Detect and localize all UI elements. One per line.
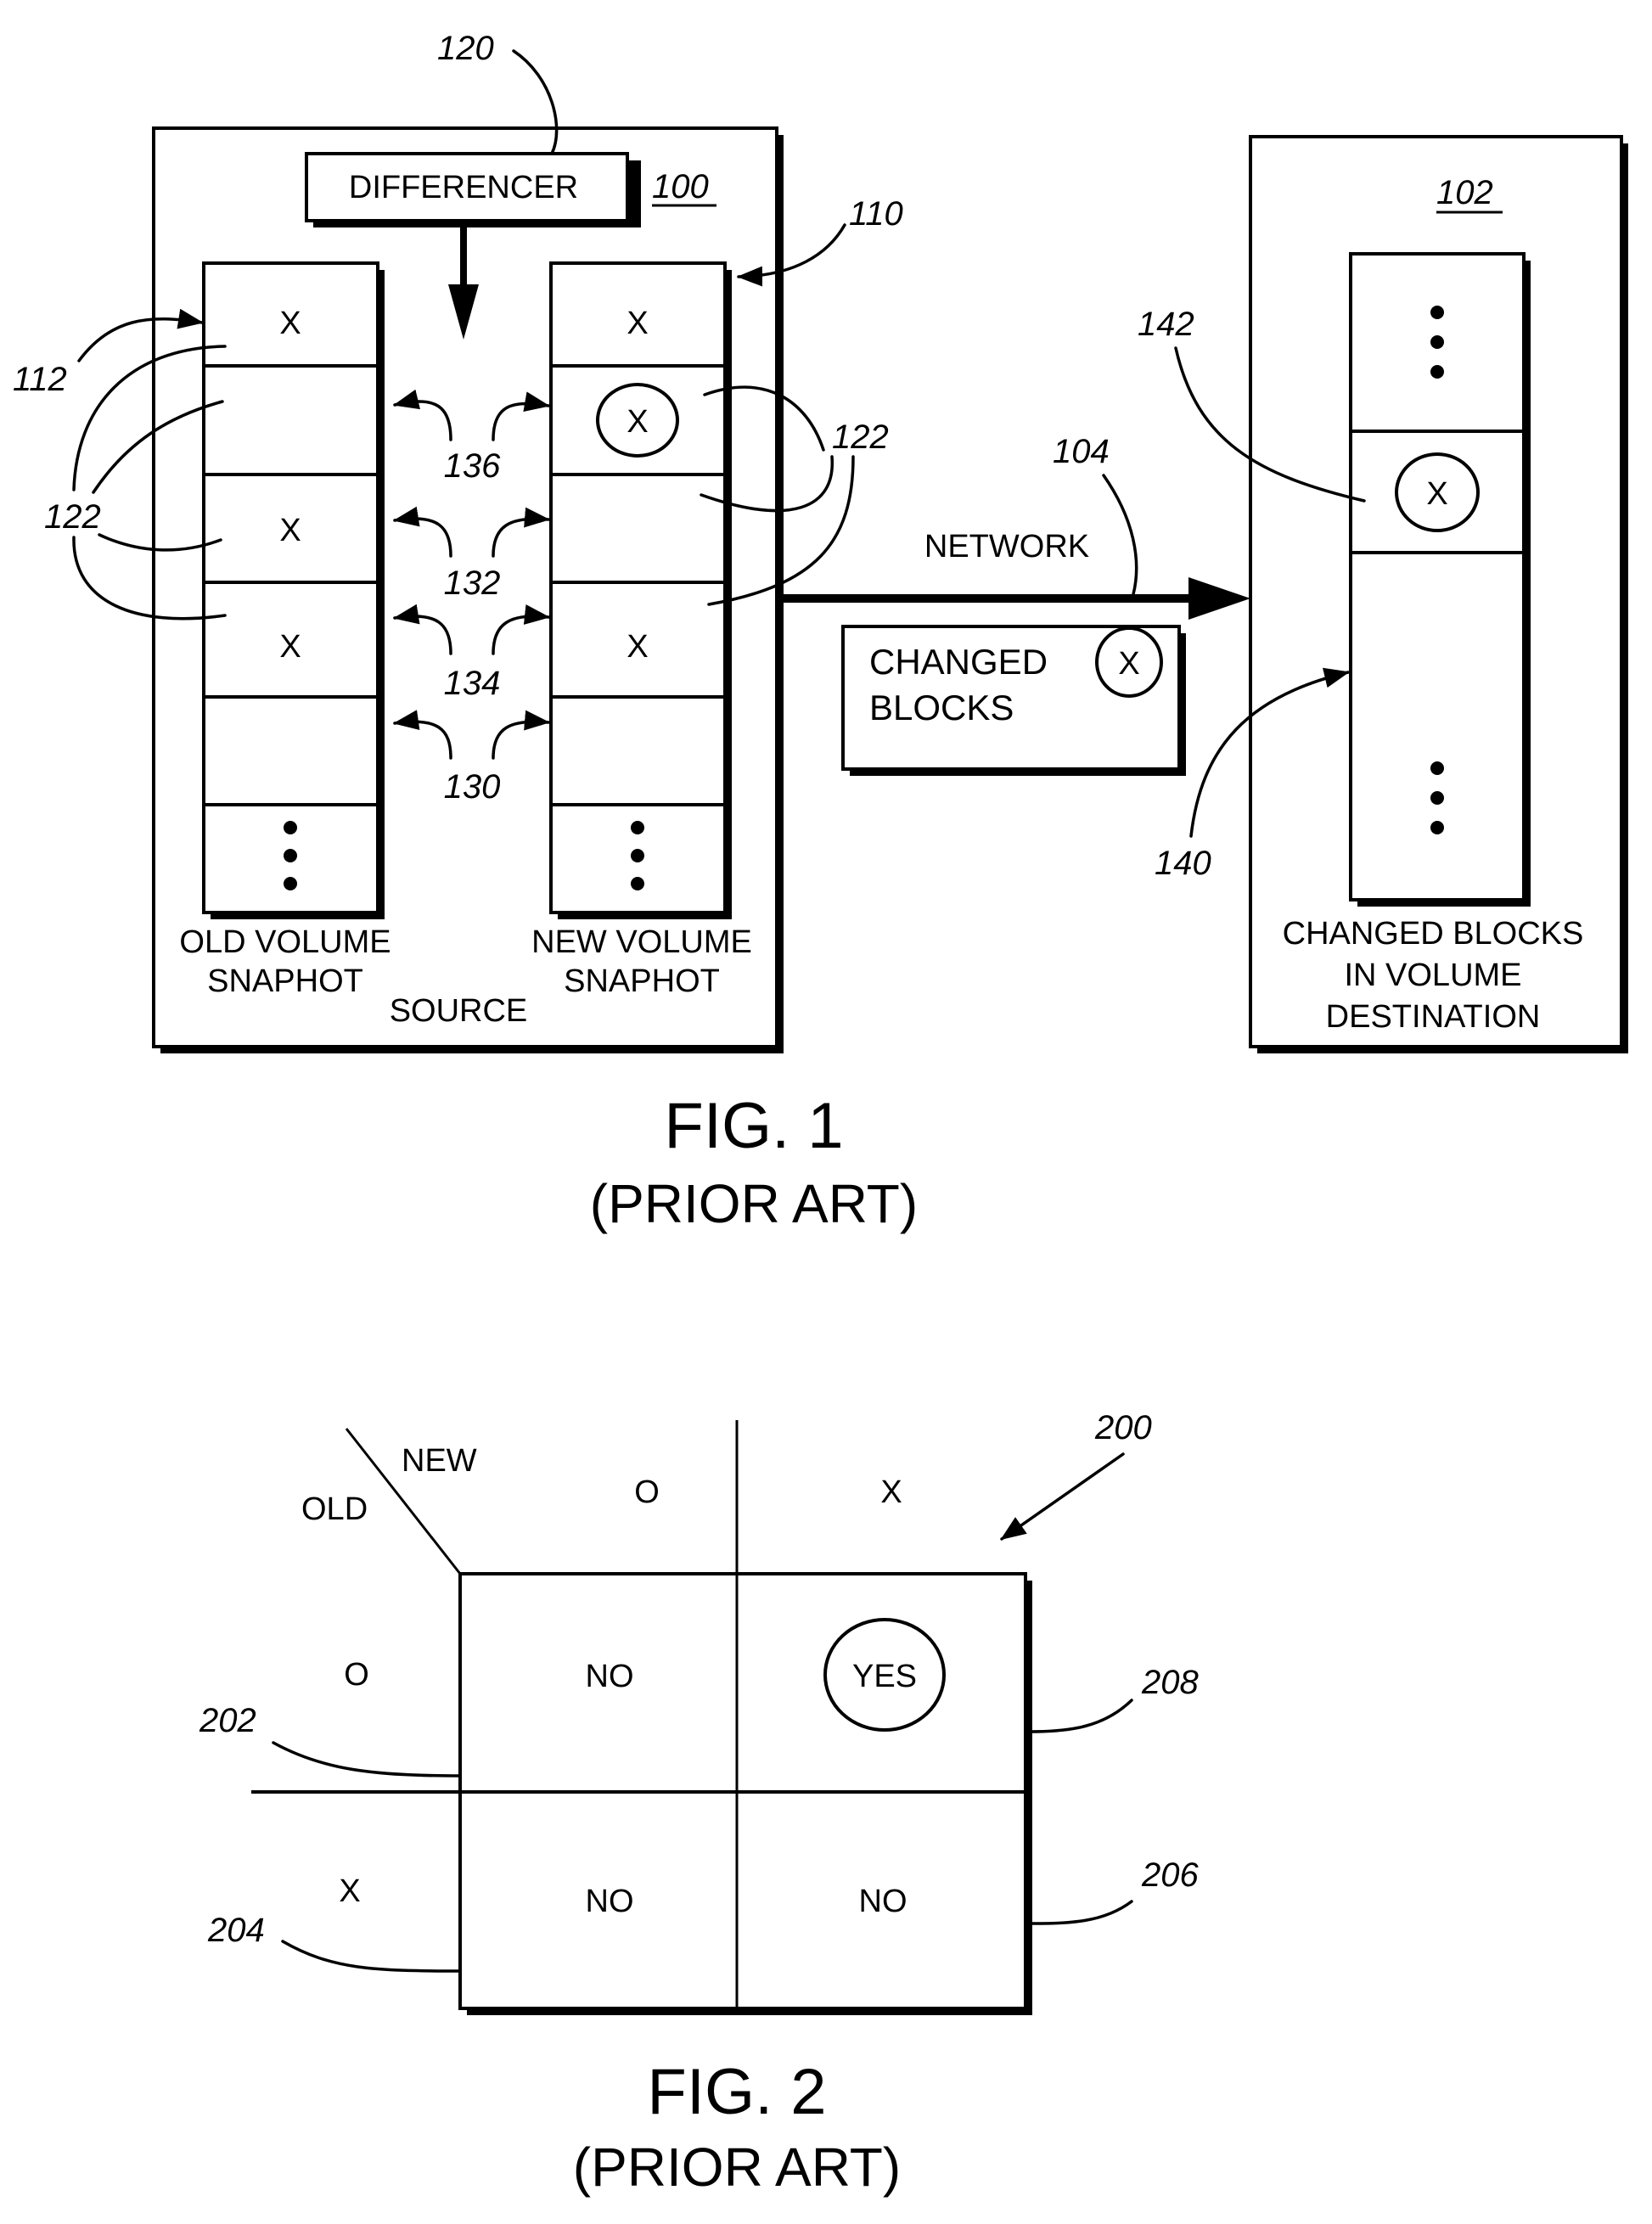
ref-122-right: 122 [832,418,889,456]
old-ellipsis-icon [284,821,297,890]
ref-130: 130 [444,768,501,806]
ref-206: 206 [1141,1856,1199,1894]
cell-old-x-new-o: NO [586,1884,634,1919]
ref-122-left: 122 [44,498,101,536]
ref-104-leader [1102,474,1138,596]
new-block-4: X [627,629,648,665]
new-volume-frame [549,261,727,914]
ref-204: 204 [207,1912,265,1949]
header-old: OLD [301,1491,368,1527]
row-header-o: O [344,1657,369,1693]
new-volume-label-2: SNAPHOT [564,963,720,999]
figure-1: DIFFERENCER 100 120 X X X OLD VOLUME SNA… [13,30,1628,1234]
changed-blocks-box: CHANGED BLOCKS X [841,625,1186,776]
destination-label-1: CHANGED BLOCKS [1283,916,1584,952]
header-new: NEW [402,1443,477,1479]
dest-bottom-ellipsis-icon [1430,761,1444,834]
figure-2: NEW OLD O X 200 O X NO YES NO NO 202 204… [199,1409,1199,2198]
patent-drawing-sheet: DIFFERENCER 100 120 X X X OLD VOLUME SNA… [13,30,1628,2198]
cell-old-x-new-x: NO [859,1884,907,1919]
differencer-label: DIFFERENCER [349,170,578,205]
ref-200-arrow [1000,1452,1125,1541]
ref-134: 134 [444,665,501,702]
new-block-1: X [627,306,648,341]
col-header-o: O [634,1474,660,1510]
ref-112: 112 [13,361,67,398]
ref-136: 136 [444,447,501,485]
cell-old-o-new-o: NO [586,1659,634,1694]
new-ellipsis-icon [631,821,644,890]
changed-blocks-marker: X [1118,646,1139,682]
source-label: SOURCE [390,993,528,1029]
ref-140: 140 [1155,845,1211,882]
col-header-x: X [880,1474,902,1510]
destination-label-3: DESTINATION [1326,999,1541,1035]
fig1-caption: FIG. 1 [664,1090,843,1162]
dest-top-ellipsis-icon [1430,306,1444,379]
new-volume-column: X X X [549,261,732,919]
dest-changed-marker: X [1426,476,1447,512]
old-block-4: X [279,629,301,665]
old-volume-frame [202,261,379,914]
ref-204-leader [281,1940,462,1973]
fig2-subcaption: (PRIOR ART) [573,2137,901,2198]
row-header-x: X [339,1873,360,1909]
old-volume-label-2: SNAPHOT [207,963,363,999]
ref-202: 202 [199,1702,256,1739]
ref-102: 102 [1436,174,1493,211]
new-block-2-marker: X [627,404,648,440]
old-volume-column: X X X [202,261,385,919]
ref-132: 132 [444,564,501,602]
cell-old-o-new-x: YES [852,1659,917,1694]
ref-100: 100 [652,168,709,205]
changed-blocks-line2: BLOCKS [869,688,1014,727]
ref-120: 120 [437,30,494,67]
ref-104: 104 [1053,433,1110,470]
ref-208: 208 [1141,1664,1199,1701]
fig1-subcaption: (PRIOR ART) [590,1173,918,1234]
ref-142: 142 [1138,306,1194,343]
fig2-caption: FIG. 2 [647,2056,826,2128]
new-volume-label-1: NEW VOLUME [531,924,752,960]
destination-label-2: IN VOLUME [1344,958,1521,993]
changed-blocks-line1: CHANGED [869,642,1048,682]
ref-110: 110 [849,195,903,233]
old-block-3: X [279,513,301,548]
ref-200: 200 [1094,1409,1152,1446]
differencer-box: DIFFERENCER [305,152,641,227]
ref-208-leader [1027,1699,1133,1733]
destination-box: 102 X CHANGED BLOCKS IN VOLUME DESTINATI… [1249,135,1628,1053]
ref-202-leader [272,1741,462,1778]
ref-206-leader [1027,1900,1133,1925]
network-label: NETWORK [924,529,1089,564]
network-arrow-head [1188,577,1250,620]
old-block-1: X [279,306,301,341]
old-volume-label-1: OLD VOLUME [179,924,391,960]
